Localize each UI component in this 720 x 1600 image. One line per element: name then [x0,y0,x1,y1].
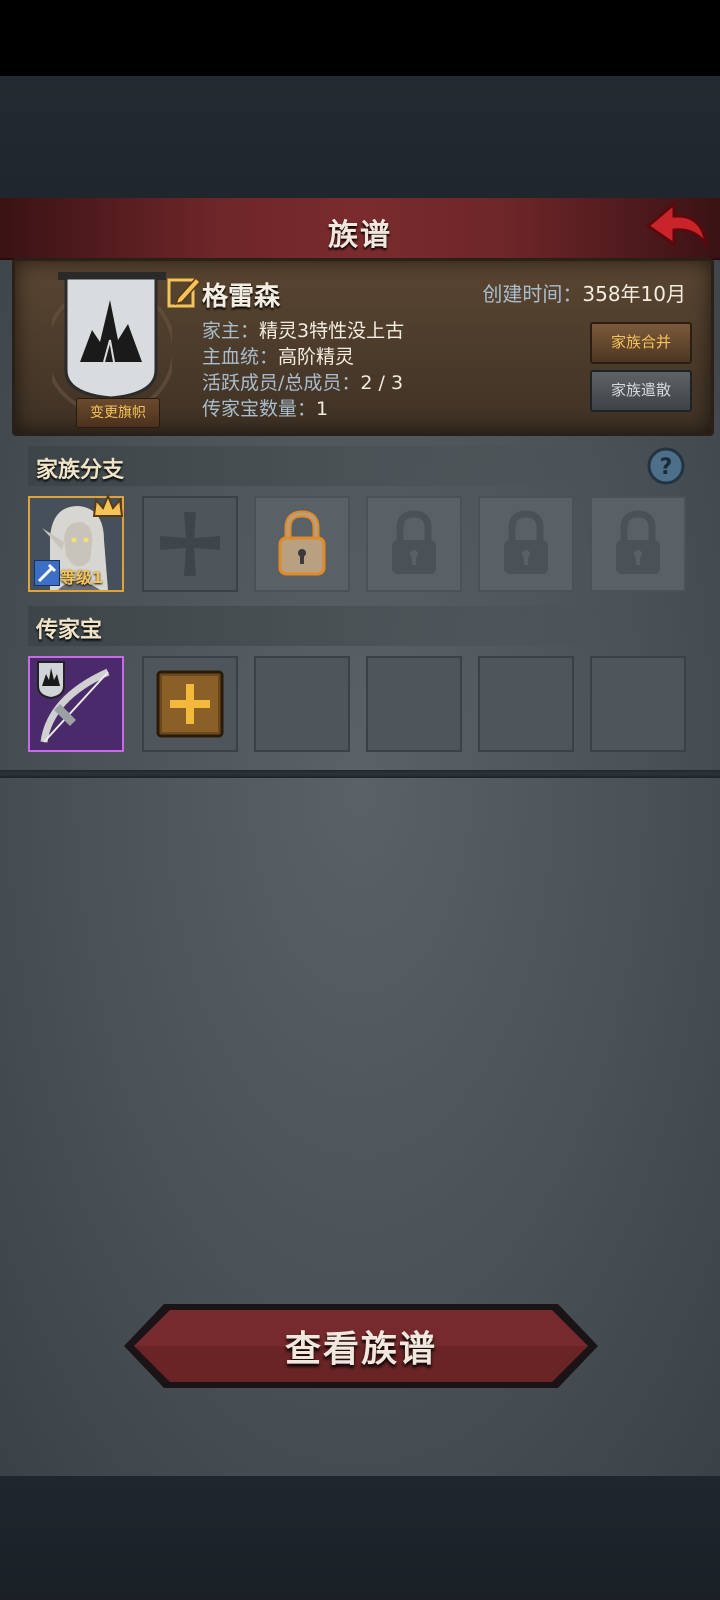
lock-icon [504,510,548,574]
heirloom-slot-add[interactable] [142,656,238,752]
heirloom-slot-empty[interactable] [478,656,574,752]
divider [0,770,720,778]
cross-icon [160,512,220,576]
heirloom-slot-bow[interactable] [28,656,124,752]
edit-name-icon[interactable] [166,274,202,310]
bloodline-label: 主血统： [202,346,279,368]
members-row: 活跃成员/总成员：2 / 3 [202,368,403,395]
members-value: 2 / 3 [360,372,404,394]
branch-slot-locked[interactable] [590,496,686,592]
heirloom-slot-empty[interactable] [254,656,350,752]
view-family-tree-button[interactable]: 查看族谱 [120,1300,602,1392]
gold-lock-icon [278,510,326,576]
branches-title: 家族分支 [36,458,125,483]
heirloom-count-row: 传家宝数量：1 [202,394,328,421]
branch-slot-leader[interactable]: 等级1 [28,494,124,592]
leader-level: 等级1 [60,568,104,587]
help-icon[interactable]: ? [646,446,686,486]
upper-background [0,76,720,198]
created-label: 创建时间： [482,282,583,306]
members-label: 活跃成员/总成员： [202,372,361,394]
lock-icon [392,510,436,574]
back-arrow-icon[interactable] [644,200,710,252]
family-merge-button[interactable]: 家族合并 [590,322,692,364]
family-head-value: 精灵3特性没上古 [259,320,405,342]
add-icon [156,670,224,738]
bottom-background [0,1476,720,1600]
heirloom-slot-empty[interactable] [366,656,462,752]
heirloom-count-value: 1 [316,398,329,420]
heirlooms-header: 传家宝 [28,606,688,646]
page-title: 族谱 [328,218,392,253]
status-bar [0,0,720,76]
branch-slot-empty[interactable] [142,496,238,592]
family-name: 格雷森 [202,282,281,312]
bow-icon [37,661,110,743]
created-time: 创建时间：358年10月 [482,278,686,307]
bloodline-value: 高阶精灵 [278,346,355,368]
branch-slot-unlockable[interactable] [254,496,350,592]
title-bar: 族谱 [0,198,720,260]
lock-icon [616,510,660,574]
created-value: 358年10月 [582,282,686,306]
branch-slot-locked[interactable] [366,496,462,592]
view-family-tree-label: 查看族谱 [284,1329,437,1370]
heirloom-slot-empty[interactable] [590,656,686,752]
heirloom-count-label: 传家宝数量： [202,398,317,420]
family-head-label: 家主： [202,320,260,342]
change-banner-button[interactable]: 变更旗帜 [76,398,160,428]
sword-class-icon [34,560,60,586]
branch-slot-locked[interactable] [478,496,574,592]
crown-icon [92,494,124,517]
family-head-row: 家主：精灵3特性没上古 [202,316,404,343]
heirlooms-title: 传家宝 [36,618,103,643]
svg-text:?: ? [660,455,673,480]
bloodline-row: 主血统：高阶精灵 [202,342,354,369]
family-disband-button[interactable]: 家族遣散 [590,370,692,412]
branches-header: 家族分支 [28,446,688,486]
